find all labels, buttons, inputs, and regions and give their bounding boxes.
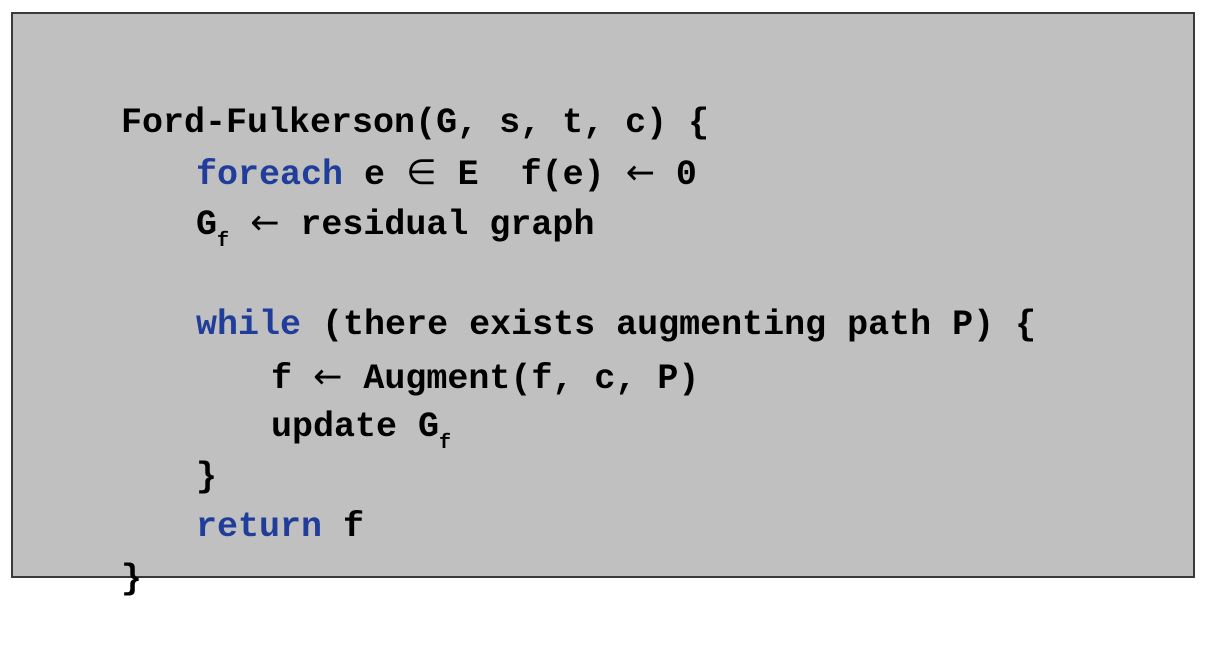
assign-arrow-icon: ← <box>625 153 655 193</box>
code-line-foreach: foreach e ∈ E f(e) ← 0 <box>112 98 697 195</box>
pseudocode-box: Ford-Fulkerson(G, s, t, c) { foreach e ∈… <box>11 12 1195 599</box>
code-line-while: while (there exists augmenting path P) { <box>112 250 1036 345</box>
closing-brace: } <box>121 559 143 599</box>
foreach-value: 0 <box>654 155 697 195</box>
code-line-residual: Gf ← residual graph <box>112 148 594 253</box>
update-subscript: f <box>439 432 452 455</box>
code-line-close-function: } <box>37 504 142 599</box>
assign-arrow-icon: ← <box>250 203 280 243</box>
code-line-augment: f ← Augment(f, c, P) <box>187 302 699 399</box>
code-line-return: return f <box>112 452 364 547</box>
code-line-close-while: } <box>112 402 217 497</box>
code-line-signature: Ford-Fulkerson(G, s, t, c) { <box>37 48 709 143</box>
residual-var: G <box>196 205 218 245</box>
return-value: f <box>322 507 365 547</box>
keyword-return: return <box>196 507 323 547</box>
update-text: update G <box>271 407 440 447</box>
code-line-update: update Gf <box>187 352 451 455</box>
residual-text: residual graph <box>279 205 595 245</box>
